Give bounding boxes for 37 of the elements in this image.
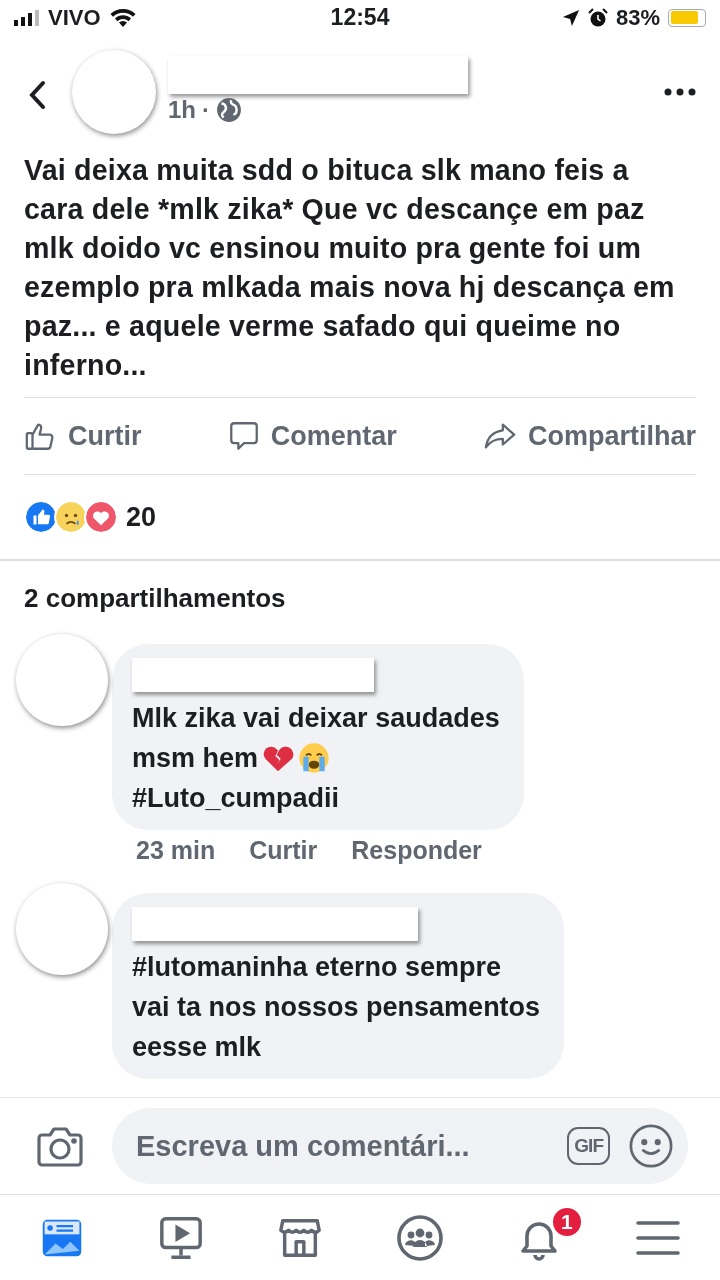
notification-badge: 1 bbox=[550, 1205, 583, 1238]
comment-text: msm hem bbox=[132, 742, 259, 775]
battery-icon bbox=[668, 8, 706, 27]
reply-link[interactable]: Responder bbox=[351, 836, 482, 865]
post-text: Vai deixa muita sdd o bituca slk mano feis a cara dele *mlk zika* Que vc descançe em paz mlk doido vc ensinou muito pra gente foi um ezemplo pra mlkada mais nova hj descança em paz... e aquele verme safado qui queime no inferno... bbox=[24, 153, 676, 383]
like-reaction-icon bbox=[24, 500, 58, 534]
comment-text: eesse mlk bbox=[132, 1031, 262, 1064]
separator-dot: · bbox=[202, 95, 210, 124]
comment-text: Mlk zika vai deixar saudades bbox=[132, 702, 500, 735]
reaction-count[interactable]: 20 bbox=[126, 501, 157, 533]
share-button[interactable]: Compartilhar bbox=[481, 419, 696, 453]
globe-icon bbox=[216, 96, 242, 123]
location-arrow-icon bbox=[561, 8, 580, 27]
more-options-icon[interactable] bbox=[664, 87, 696, 96]
comment-field[interactable]: Escreva um comentári... GIF bbox=[112, 1108, 688, 1184]
camera-icon[interactable] bbox=[36, 1125, 84, 1167]
like-button[interactable]: Curtir bbox=[24, 419, 142, 453]
gif-button[interactable]: GIF bbox=[567, 1127, 610, 1165]
groups-icon[interactable] bbox=[395, 1213, 444, 1262]
sad-face-icon bbox=[54, 500, 88, 534]
clock-time: 12:54 bbox=[330, 4, 390, 31]
comment-time: 23 min bbox=[136, 836, 216, 865]
crying-face-icon bbox=[298, 742, 331, 774]
heart-reaction-icon bbox=[84, 500, 118, 534]
smiley-icon[interactable] bbox=[628, 1123, 674, 1169]
carrier-name: VIVO bbox=[48, 4, 101, 31]
wifi-icon bbox=[108, 7, 137, 28]
comment-text: #lutomaninha eterno sempre bbox=[132, 951, 502, 984]
signal-icon bbox=[14, 9, 40, 26]
like-link[interactable]: Curtir bbox=[249, 836, 318, 865]
comment-button[interactable]: Comentar bbox=[226, 419, 397, 453]
post-time: 1h bbox=[168, 95, 196, 124]
alarm-clock-icon bbox=[587, 7, 608, 28]
battery-percent: 83% bbox=[615, 4, 660, 31]
hashtag[interactable]: #Luto_cumpadii bbox=[132, 778, 340, 818]
shares-count[interactable]: 2 compartilhamentos bbox=[24, 583, 696, 614]
comment-text: vai ta nos nossos pensamentos bbox=[132, 991, 541, 1024]
